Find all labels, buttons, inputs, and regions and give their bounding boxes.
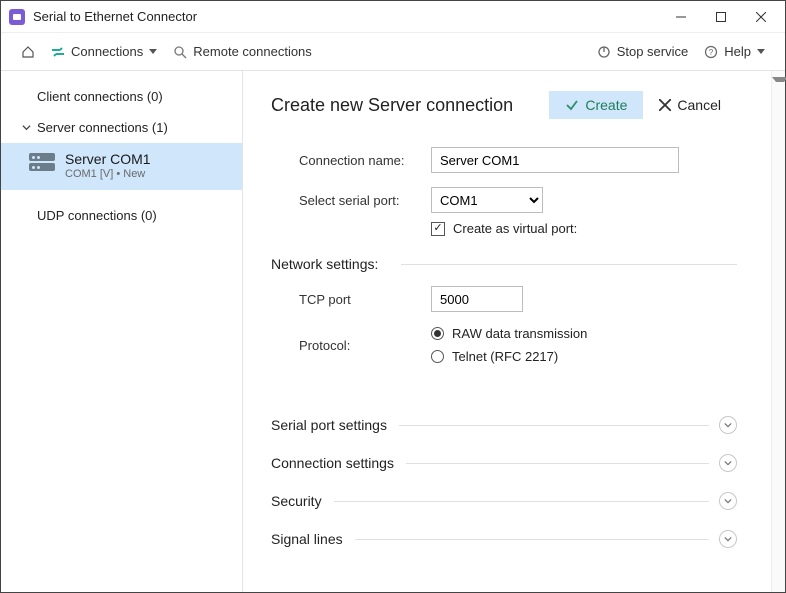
caret-down-icon <box>149 49 157 54</box>
row-protocol: Protocol: RAW data transmission Telnet (… <box>271 326 737 364</box>
virtual-port-label: Create as virtual port: <box>453 221 577 236</box>
cancel-label: Cancel <box>677 97 721 113</box>
row-virtual-port[interactable]: Create as virtual port: <box>431 221 737 236</box>
section-label: Security <box>271 493 322 509</box>
chevron-down-icon <box>21 123 31 132</box>
sidebar-udp-connections[interactable]: UDP connections (0) <box>1 200 242 231</box>
main-area: Client connections (0) Server connection… <box>1 71 785 592</box>
home-button[interactable] <box>13 41 43 63</box>
create-label: Create <box>585 97 627 113</box>
content: Create new Server connection Create Canc… <box>243 71 785 592</box>
section-security[interactable]: Security <box>271 492 737 510</box>
expand-icon <box>719 416 737 434</box>
scrollbar[interactable] <box>771 71 785 592</box>
section-label: Connection settings <box>271 455 394 471</box>
protocol-telnet-label: Telnet (RFC 2217) <box>452 349 558 364</box>
divider <box>406 463 709 464</box>
connection-name-input[interactable] <box>431 147 679 173</box>
stop-service-button[interactable]: Stop service <box>589 40 697 63</box>
sidebar-item-server-com1[interactable]: Server COM1 COM1 [V] • New <box>1 143 242 190</box>
protocol-telnet-option[interactable]: Telnet (RFC 2217) <box>431 349 558 364</box>
close-button[interactable] <box>741 3 781 31</box>
sidebar-server-label: Server connections (1) <box>37 120 168 135</box>
section-connection-settings[interactable]: Connection settings <box>271 454 737 472</box>
connections-label: Connections <box>71 44 143 59</box>
remote-label: Remote connections <box>193 44 312 59</box>
sidebar: Client connections (0) Server connection… <box>1 71 243 592</box>
tcp-port-input[interactable] <box>431 286 523 312</box>
sidebar-client-label: Client connections (0) <box>37 89 163 104</box>
section-label: Serial port settings <box>271 417 387 433</box>
row-tcp-port: TCP port <box>271 286 737 312</box>
minimize-button[interactable] <box>661 3 701 31</box>
serial-port-label: Select serial port: <box>271 193 431 208</box>
expand-icon <box>719 492 737 510</box>
connection-name-label: Connection name: <box>271 153 431 168</box>
stop-service-label: Stop service <box>617 44 689 59</box>
protocol-raw-option[interactable]: RAW data transmission <box>431 326 587 341</box>
sidebar-server-connections[interactable]: Server connections (1) <box>1 112 242 143</box>
connections-icon <box>51 45 65 59</box>
radio-icon <box>431 350 444 363</box>
page-title: Create new Server connection <box>271 95 549 116</box>
sidebar-udp-label: UDP connections (0) <box>37 208 157 223</box>
expand-icon <box>719 454 737 472</box>
protocol-label: Protocol: <box>271 338 431 353</box>
help-icon: ? <box>704 45 718 59</box>
sidebar-item-sub: COM1 [V] • New <box>65 168 151 180</box>
network-settings-label: Network settings: <box>271 256 378 272</box>
help-menu[interactable]: ? Help <box>696 40 773 63</box>
toolbar: Connections Remote connections Stop serv… <box>1 33 785 71</box>
svg-text:?: ? <box>709 48 714 57</box>
section-label: Signal lines <box>271 531 343 547</box>
divider <box>334 501 709 502</box>
virtual-port-checkbox[interactable] <box>431 222 445 236</box>
expand-icon <box>719 530 737 548</box>
divider <box>355 539 709 540</box>
server-icon <box>29 153 55 173</box>
tcp-port-label: TCP port <box>271 292 431 307</box>
cancel-button[interactable]: Cancel <box>643 91 737 119</box>
connections-menu[interactable]: Connections <box>43 40 165 63</box>
home-icon <box>21 45 35 59</box>
search-icon <box>173 45 187 59</box>
app-icon <box>9 9 25 25</box>
section-serial-port-settings[interactable]: Serial port settings <box>271 416 737 434</box>
app-title: Serial to Ethernet Connector <box>33 9 661 24</box>
divider <box>399 425 709 426</box>
caret-down-icon <box>757 49 765 54</box>
sidebar-item-name: Server COM1 <box>65 151 151 167</box>
help-label: Help <box>724 44 751 59</box>
power-icon <box>597 45 611 59</box>
serial-port-select[interactable]: COM1 <box>431 187 543 213</box>
protocol-raw-label: RAW data transmission <box>452 326 587 341</box>
maximize-button[interactable] <box>701 3 741 31</box>
sidebar-client-connections[interactable]: Client connections (0) <box>1 81 242 112</box>
titlebar: Serial to Ethernet Connector <box>1 1 785 33</box>
remote-connections-button[interactable]: Remote connections <box>165 40 320 63</box>
row-connection-name: Connection name: <box>271 147 737 173</box>
create-button[interactable]: Create <box>549 91 643 119</box>
section-signal-lines[interactable]: Signal lines <box>271 530 737 548</box>
radio-icon <box>431 327 444 340</box>
page-header: Create new Server connection Create Canc… <box>271 91 737 119</box>
row-serial-port: Select serial port: COM1 <box>271 187 737 213</box>
network-settings-section: Network settings: <box>271 256 737 272</box>
